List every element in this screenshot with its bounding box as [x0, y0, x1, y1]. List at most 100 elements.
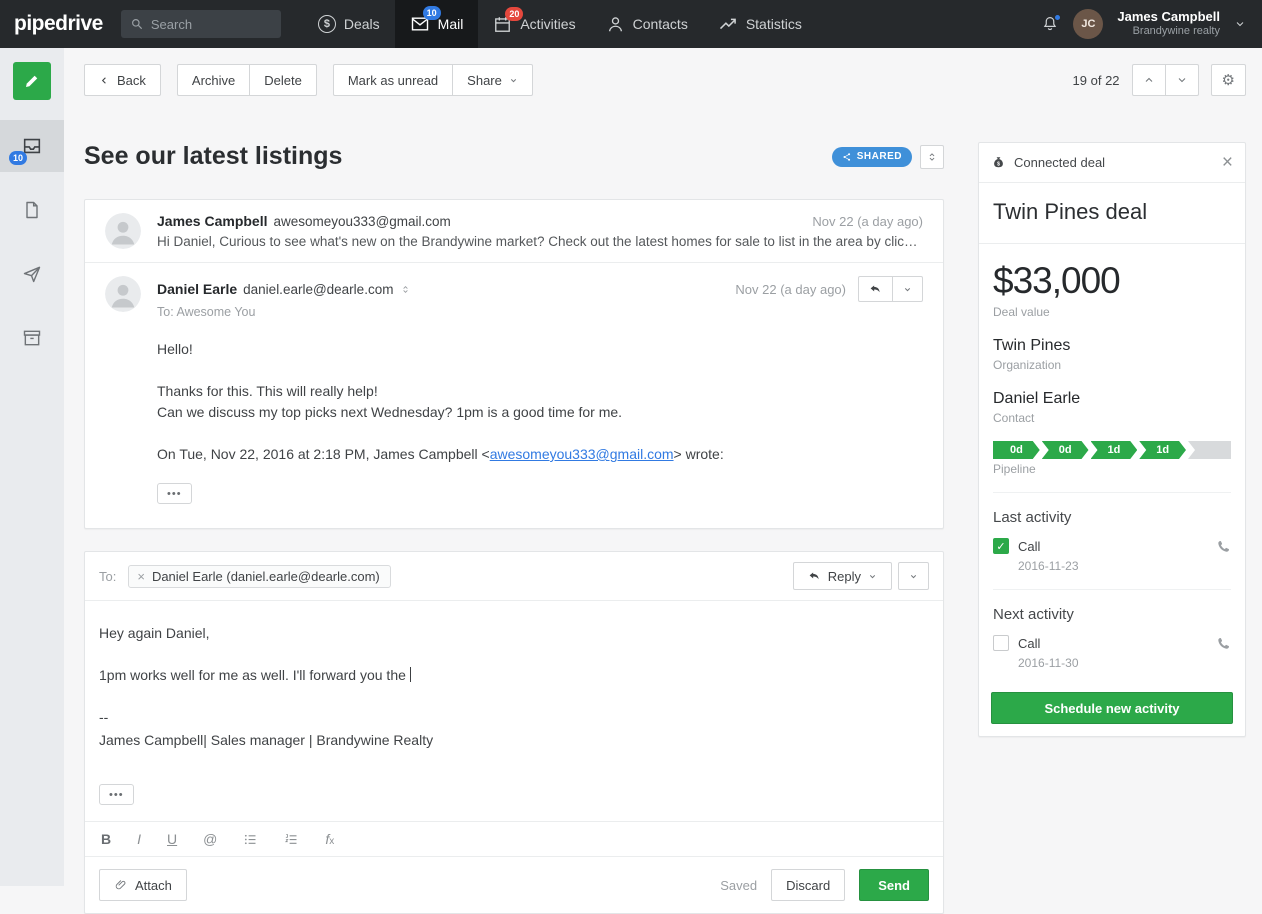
show-trimmed-content-button[interactable]: ••• [157, 483, 192, 504]
sender-email: daniel.earle@dearle.com [243, 282, 393, 297]
nav-contacts[interactable]: Contacts [591, 0, 703, 48]
connected-deal-panel: $ Connected deal × Twin Pines deal $33,0… [978, 142, 1246, 737]
activity-checkbox-checked[interactable]: ✓ [993, 538, 1009, 554]
underline-button[interactable]: U [167, 831, 177, 847]
message-collapsed[interactable]: James Campbell awesomeyou333@gmail.com N… [85, 200, 943, 262]
formatting-toolbar: B I U @ fx [85, 821, 943, 856]
draft-line: 1pm works well for me as well. I'll forw… [99, 665, 929, 686]
pipeline-stage[interactable]: 1d [1139, 441, 1186, 459]
activity-type[interactable]: Call [1018, 636, 1040, 651]
body-line: Thanks for this. This will really help! [157, 383, 378, 399]
avatar [105, 213, 141, 249]
user-menu[interactable]: James Campbell Brandywine realty [1117, 9, 1220, 39]
reply-composer: To: × Daniel Earle (daniel.earle@dearle.… [84, 551, 944, 914]
mail-sidebar: 10 [0, 48, 64, 886]
quote-prefix: On Tue, Nov 22, 2016 at 2:18 PM, James C… [157, 446, 490, 462]
remove-recipient-icon[interactable]: × [137, 570, 145, 583]
last-activity-date: 2016-11-23 [1018, 559, 1231, 573]
reply-button[interactable] [858, 276, 893, 302]
notifications-bell-icon[interactable] [1041, 15, 1059, 33]
chevron-left-icon [99, 75, 110, 86]
sidebar-item-drafts[interactable] [0, 184, 64, 236]
global-search[interactable] [121, 10, 281, 38]
pipeline-stage[interactable]: 0d [993, 441, 1040, 459]
recipient-chip[interactable]: × Daniel Earle (daniel.earle@dearle.com) [128, 565, 390, 588]
send-button[interactable]: Send [859, 869, 929, 901]
next-activity-date: 2016-11-30 [1018, 656, 1231, 670]
recipient-chip-label: Daniel Earle (daniel.earle@dearle.com) [152, 569, 380, 584]
next-activity-row: Call [993, 635, 1231, 651]
reply-mode-button[interactable]: Reply [793, 562, 892, 590]
pipeline-stage[interactable]: 0d [1042, 441, 1089, 459]
archive-button[interactable]: Archive [177, 64, 250, 96]
previous-email-button[interactable] [1132, 64, 1166, 96]
close-panel-icon[interactable]: × [1222, 153, 1233, 172]
archive-box-icon [22, 328, 42, 348]
shared-badge[interactable]: SHARED [832, 147, 912, 167]
nav-activities[interactable]: 20 Activities [478, 0, 590, 48]
deal-title[interactable]: Twin Pines deal [979, 183, 1245, 244]
nav-mail[interactable]: 10 Mail [395, 0, 479, 48]
schedule-new-activity-button[interactable]: Schedule new activity [991, 692, 1233, 724]
nav-statistics[interactable]: Statistics [703, 0, 817, 48]
money-bag-icon: $ [991, 155, 1006, 170]
signature-line: James Campbell| Sales manager | Brandywi… [99, 730, 929, 751]
user-avatar[interactable]: JC [1073, 9, 1103, 39]
pipeline-stage[interactable]: 1d [1091, 441, 1138, 459]
pipeline-stage-remaining[interactable] [1188, 441, 1231, 459]
chevron-up-icon [1143, 74, 1155, 86]
compose-button[interactable] [13, 62, 51, 100]
shared-label: SHARED [857, 151, 902, 162]
message-details-toggle[interactable] [401, 285, 410, 294]
chevron-down-icon [903, 285, 912, 294]
deals-icon: $ [318, 15, 336, 33]
contact-name[interactable]: Daniel Earle [993, 390, 1231, 408]
ellipsis-icon: ••• [109, 789, 124, 801]
body-paragraph: Thanks for this. This will really help! … [157, 381, 923, 423]
attach-button[interactable]: Attach [99, 869, 187, 901]
back-button[interactable]: Back [84, 64, 161, 96]
nav-contacts-label: Contacts [633, 16, 688, 32]
activity-type[interactable]: Call [1018, 539, 1040, 554]
inbox-badge: 10 [9, 151, 27, 165]
share-button[interactable]: Share [452, 64, 533, 96]
numbered-list-button[interactable] [284, 832, 299, 847]
quoted-header: On Tue, Nov 22, 2016 at 2:18 PM, James C… [157, 444, 923, 465]
draft-saved-status: Saved [720, 878, 757, 893]
organization-name[interactable]: Twin Pines [993, 337, 1231, 355]
draft-text: 1pm works well for me as well. I'll forw… [99, 667, 406, 683]
pipeline-progress[interactable]: 0d 0d 1d 1d [993, 441, 1231, 459]
mark-as-unread-button[interactable]: Mark as unread [333, 64, 453, 96]
show-quoted-text-button[interactable]: ••• [99, 784, 134, 805]
quoted-email-link[interactable]: awesomeyou333@gmail.com [490, 446, 674, 462]
search-input[interactable] [151, 17, 261, 32]
delete-button[interactable]: Delete [249, 64, 317, 96]
composer-body-editor[interactable]: Hey again Daniel, 1pm works well for me … [85, 601, 943, 821]
phone-icon [1216, 636, 1231, 651]
mention-button[interactable]: @ [203, 831, 217, 847]
bullet-list-button[interactable] [243, 832, 258, 847]
pipedrive-logo[interactable]: pipedrive [0, 12, 121, 36]
message-snippet: Hi Daniel, Curious to see what's new on … [157, 234, 923, 249]
bold-button[interactable]: B [101, 831, 111, 847]
sidebar-item-inbox[interactable]: 10 [0, 120, 64, 172]
activity-checkbox-unchecked[interactable] [993, 635, 1009, 651]
nav-deals[interactable]: $ Deals [303, 0, 395, 48]
collapse-expand-thread-button[interactable] [920, 145, 944, 169]
reply-mode-label: Reply [828, 569, 861, 584]
discard-button[interactable]: Discard [771, 869, 845, 901]
body-paragraph: Hello! [157, 339, 923, 360]
sidebar-item-archive[interactable] [0, 312, 64, 364]
insert-fields-button[interactable]: fx [325, 831, 334, 847]
paperclip-icon [114, 878, 128, 892]
next-email-button[interactable] [1165, 64, 1199, 96]
user-menu-chevron-down-icon[interactable] [1234, 18, 1246, 30]
mail-toolbar: Back Archive Delete Mark as unread Share… [84, 64, 1246, 96]
text-cursor [410, 667, 412, 682]
reply-options-button[interactable] [892, 276, 923, 302]
composer-options-button[interactable] [898, 562, 929, 590]
settings-button[interactable]: ⚙ [1211, 64, 1246, 96]
italic-button[interactable]: I [137, 831, 141, 847]
next-activity-header: Next activity [993, 606, 1231, 623]
sidebar-item-sent[interactable] [0, 248, 64, 300]
